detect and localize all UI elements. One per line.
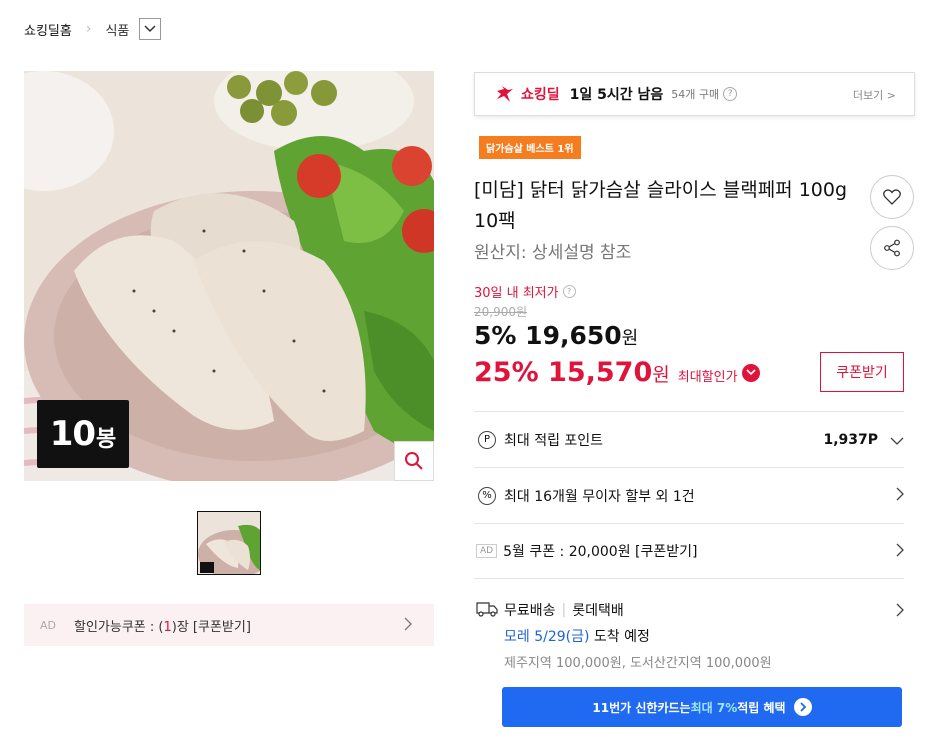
ad-coupon-prefix: 할인가능쿠폰 : ( [74, 619, 164, 635]
divider: | [561, 602, 567, 618]
heart-icon [883, 189, 901, 205]
share-icon [884, 239, 900, 257]
currency-unit: 원 [652, 364, 670, 386]
ad-coupon-text: 할인가능쿠폰 : (1)장 [쿠폰받기] [74, 616, 251, 635]
thumbnail-image [198, 512, 260, 574]
category-dropdown-button[interactable] [139, 18, 162, 40]
original-price: 20,900원 [474, 305, 528, 319]
monthly-coupon-label: 5월 쿠폰 : 20,000원 [쿠폰받기] [503, 544, 698, 560]
ad-label: AD [476, 544, 498, 558]
max-discount-amount: 15,570 [548, 357, 653, 388]
installment-row[interactable]: % 최대 16개월 무이자 할부 외 1건 [474, 467, 904, 523]
pack-count-badge: 10 봉 [37, 400, 129, 468]
pack-count-unit: 봉 [96, 427, 117, 452]
lowest-price-text: 30일 내 최저가 [474, 286, 559, 301]
deal-brand: 쇼킹딜 [521, 87, 560, 103]
point-icon: P [478, 430, 496, 449]
max-discount-rate: 25% [474, 357, 539, 388]
breadcrumb-home-link[interactable]: 쇼킹딜홈 [24, 20, 72, 39]
shipping-details: 무료배송 | 롯데택배 모레 5/29(금) 도착 예정 제주지역 100,00… [504, 600, 772, 671]
card-banner-highlight: 최대 7% [690, 700, 738, 715]
chevron-right-icon [896, 542, 904, 561]
ad-coupon-bar[interactable]: AD 할인가능쿠폰 : (1)장 [쿠폰받기] [24, 604, 434, 646]
chevron-down-icon [745, 369, 756, 376]
monthly-coupon-row[interactable]: AD 5월 쿠폰 : 20,000원 [쿠폰받기] [474, 523, 904, 578]
deal-purchase-count: 54개 구매 [671, 88, 720, 101]
chevron-right-icon [404, 617, 412, 635]
product-thumbnail[interactable] [197, 511, 261, 575]
points-row[interactable]: P 최대 적립 포인트 1,937P [474, 411, 904, 467]
lowest-price-label: 30일 내 최저가 ? [474, 282, 576, 301]
sale-rate: 5% [474, 321, 517, 350]
wishlist-button[interactable] [870, 175, 914, 219]
ad-coupon-count: 1 [163, 619, 172, 635]
shipping-type: 무료배송 | 롯데택배 [504, 600, 772, 620]
help-icon[interactable]: ? [562, 285, 576, 298]
best-rank-badge: 닭가슴살 베스트 1위 [479, 136, 581, 159]
arrow-right-circle-icon [793, 698, 812, 716]
ad-coupon-suffix: )장 [쿠폰받기] [171, 619, 251, 635]
product-title: [미담] 닭터 닭가슴살 슬라이스 블랙페퍼 100g 10팩 [474, 179, 848, 232]
max-discount-price: 25% 15,570 원 최대할인가 [474, 357, 760, 388]
product-main-image[interactable]: 10 봉 [24, 71, 434, 481]
help-icon[interactable]: ? [723, 87, 738, 101]
card-banner-prefix: 11번가 신한카드는 [592, 700, 691, 715]
arrival-date: 모레 5/29(금) [504, 629, 590, 645]
truck-icon [476, 602, 498, 617]
card-banner-suffix: 적립 혜택 [737, 700, 786, 715]
currency-unit: 원 [621, 328, 639, 349]
magnifier-icon [405, 452, 423, 470]
points-label: 최대 적립 포인트 [504, 432, 604, 449]
get-coupon-button[interactable]: 쿠폰받기 [820, 352, 904, 392]
arrival-suffix: 도착 예정 [589, 629, 650, 645]
shipping-row[interactable]: 무료배송 | 롯데택배 모레 5/29(금) 도착 예정 제주지역 100,00… [474, 578, 904, 676]
product-origin: 원산지: 상세설명 참조 [474, 243, 632, 263]
chevron-right-icon [896, 486, 904, 505]
chevron-down-icon [144, 25, 156, 33]
sale-amount: 19,650 [525, 321, 622, 350]
max-discount-label: 최대할인가 [677, 370, 738, 385]
card-benefit-banner[interactable]: 11번가 신한카드는 최대 7% 적립 혜택 [502, 687, 902, 727]
ad-label: AD [40, 618, 56, 632]
chevron-right-icon: › [85, 21, 92, 37]
deal-more-link[interactable]: 더보기 > [853, 87, 896, 103]
extra-shipping-fee: 제주지역 100,000원, 도서산간지역 100,000원 [504, 656, 772, 671]
share-button[interactable] [870, 226, 914, 270]
carrier-name: 롯데택배 [572, 603, 624, 619]
breadcrumb: 쇼킹딜홈 › 식품 [24, 16, 162, 42]
shocking-deal-logo-icon [497, 86, 513, 102]
deal-time-remaining: 1일 5시간 남음 [569, 87, 664, 103]
breadcrumb-category: 식품 [105, 23, 130, 39]
arrival-estimate: 모레 5/29(금) 도착 예정 [504, 626, 772, 646]
free-shipping-label: 무료배송 [504, 603, 556, 619]
pack-count-number: 10 [49, 414, 96, 454]
points-value: 1,937P [823, 431, 878, 448]
installment-label: 최대 16개월 무이자 할부 외 1건 [504, 488, 695, 505]
chevron-right-icon [896, 602, 904, 621]
sale-price: 5% 19,650원 [474, 321, 638, 350]
percent-icon: % [478, 486, 496, 505]
shocking-deal-bar: 쇼킹딜 1일 5시간 남음 54개 구매 ? 더보기 > [474, 72, 915, 116]
zoom-button[interactable] [394, 441, 434, 481]
chevron-down-icon [890, 430, 904, 449]
expand-discount-button[interactable] [741, 363, 760, 382]
